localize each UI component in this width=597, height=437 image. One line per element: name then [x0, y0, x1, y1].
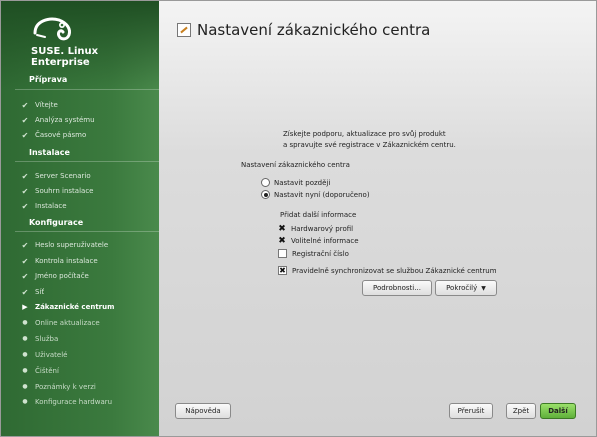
edit-document-icon [177, 23, 191, 37]
checkbox-label: Pravidelně synchronizovat se službou Zák… [292, 266, 497, 275]
intro-line2: a spravujte své registrace v Zákaznickém… [283, 141, 456, 149]
section-instalace: Instalace [29, 148, 70, 157]
current-arrow-icon: ▶ [22, 303, 28, 311]
check-icon: ✔ [21, 101, 29, 110]
check-icon: ✔ [21, 288, 29, 297]
checkbox-registration-code[interactable]: Registrační číslo [278, 249, 349, 258]
suse-chameleon-logo-icon [33, 17, 71, 41]
step-online-aktualizace: ● Online aktualizace [22, 319, 100, 327]
back-button[interactable]: Zpět [506, 403, 536, 419]
step-label: Uživatelé [35, 351, 68, 359]
step-souhrn-instalace: ✔ Souhrn instalace [22, 187, 94, 196]
step-label: Server Scenario [35, 172, 91, 180]
step-label: Konfigurace hardwaru [35, 398, 113, 406]
checkbox-optional-info[interactable]: ✖ Volitelné informace [278, 237, 359, 246]
step-label: Čištění [35, 367, 59, 375]
section-divider [15, 161, 159, 162]
brand-name: SUSE. Linux Enterprise [31, 46, 98, 68]
bullet-icon: ● [22, 351, 28, 358]
step-poznamky-k-verzi: ● Poznámky k verzi [22, 383, 96, 391]
bullet-icon: ● [22, 398, 28, 405]
checkbox-label: Volitelné informace [291, 237, 359, 245]
step-casove-pasmo: ✔ Časové pásmo [22, 131, 87, 140]
page-title-text: Nastavení zákaznického centra [197, 21, 431, 39]
checkbox-hardware-profile[interactable]: ✖ Hardwarový profil [278, 225, 354, 234]
checkbox-label: Registrační číslo [292, 249, 349, 258]
brand-line1: SUSE. Linux [31, 46, 99, 57]
radio-label: Nastavit nyní (doporučeno) [274, 190, 370, 199]
step-label: Poznámky k verzi [35, 383, 96, 391]
step-vitejte: ✔ Vítejte [22, 101, 58, 110]
bullet-icon: ● [22, 319, 28, 326]
step-label: Zákaznické centrum [35, 303, 115, 311]
step-instalace: ✔ Instalace [22, 202, 67, 211]
step-uzivatele: ● Uživatelé [22, 351, 68, 359]
checked-x-icon[interactable]: ✖ [278, 237, 286, 246]
step-label: Analýza systému [35, 116, 95, 124]
main-panel: Nastavení zákaznického centra Získejte p… [159, 1, 596, 436]
radio-circle[interactable] [261, 190, 270, 199]
unchecked-box-icon[interactable] [278, 249, 287, 258]
chevron-down-icon: ▼ [481, 284, 486, 292]
check-icon: ✔ [21, 257, 29, 266]
check-icon: ✔ [21, 272, 29, 281]
intro-line1: Získejte podporu, aktualizace pro svůj p… [283, 130, 446, 138]
step-kontrola-instalace: ✔ Kontrola instalace [22, 257, 98, 266]
section-konfigurace: Konfigurace [29, 218, 84, 227]
step-sluzba: ● Služba [22, 335, 59, 343]
step-sit: ✔ Síť [22, 288, 45, 297]
advanced-button[interactable]: Pokročilý ▼ [435, 280, 497, 296]
section-divider [15, 89, 159, 90]
intro-text: Získejte podporu, aktualizace pro svůj p… [283, 129, 456, 151]
step-label: Online aktualizace [35, 319, 100, 327]
step-heslo-superuzivatele: ✔ Heslo superuživatele [22, 241, 109, 250]
step-label: Instalace [35, 202, 67, 210]
extra-info-label: Přidat další informace [280, 211, 357, 219]
step-label: Vítejte [35, 101, 58, 109]
checked-x-icon[interactable]: ✖ [278, 225, 286, 234]
bullet-icon: ● [22, 367, 28, 374]
step-label: Časové pásmo [35, 131, 87, 139]
radio-setup-later[interactable]: Nastavit později [261, 178, 330, 187]
step-label: Síť [35, 288, 45, 296]
step-label: Služba [35, 335, 59, 343]
help-button[interactable]: Nápověda [175, 403, 231, 419]
checkbox-label: Hardwarový profil [291, 225, 354, 233]
step-label: Heslo superuživatele [35, 241, 109, 249]
check-icon: ✔ [21, 131, 29, 140]
step-jmeno-pocitace: ✔ Jméno počítače [22, 272, 89, 281]
check-icon: ✔ [21, 172, 29, 181]
step-label: Souhrn instalace [35, 187, 94, 195]
checked-x-icon[interactable]: ✖ [278, 266, 287, 275]
abort-button[interactable]: Přerušit [449, 403, 493, 419]
radio-setup-now[interactable]: Nastavit nyní (doporučeno) [261, 190, 370, 199]
section-priprava: Příprava [29, 75, 68, 84]
check-icon: ✔ [21, 202, 29, 211]
step-zakaznicke-centrum: ▶ Zákaznické centrum [22, 303, 115, 311]
step-cisteni: ● Čištění [22, 367, 59, 375]
radio-label: Nastavit později [274, 178, 331, 187]
step-label: Kontrola instalace [35, 257, 98, 265]
advanced-button-label: Pokročilý [446, 284, 478, 292]
step-server-scenario: ✔ Server Scenario [22, 172, 91, 181]
step-analyza-systemu: ✔ Analýza systému [22, 116, 95, 125]
step-label: Jméno počítače [35, 272, 89, 280]
next-button[interactable]: Další [540, 403, 576, 419]
step-konfigurace-hardwaru: ● Konfigurace hardwaru [22, 398, 113, 406]
check-icon: ✔ [21, 241, 29, 250]
bullet-icon: ● [22, 383, 28, 390]
check-icon: ✔ [21, 187, 29, 196]
section-divider [15, 231, 159, 232]
radio-circle[interactable] [261, 178, 270, 187]
bullet-icon: ● [22, 335, 28, 342]
brand-line2: Enterprise [31, 57, 90, 68]
check-icon: ✔ [21, 116, 29, 125]
checkbox-regular-sync[interactable]: ✖ Pravidelně synchronizovat se službou Z… [278, 266, 497, 275]
installer-window: SUSE. Linux Enterprise Příprava ✔ Vítejte… [0, 0, 597, 437]
sidebar: SUSE. Linux Enterprise Příprava ✔ Vítejte… [1, 1, 159, 436]
page-title: Nastavení zákaznického centra [177, 21, 430, 39]
details-button[interactable]: Podrobnosti... [362, 280, 432, 296]
settings-group-label: Nastavení zákaznického centra [241, 161, 350, 169]
